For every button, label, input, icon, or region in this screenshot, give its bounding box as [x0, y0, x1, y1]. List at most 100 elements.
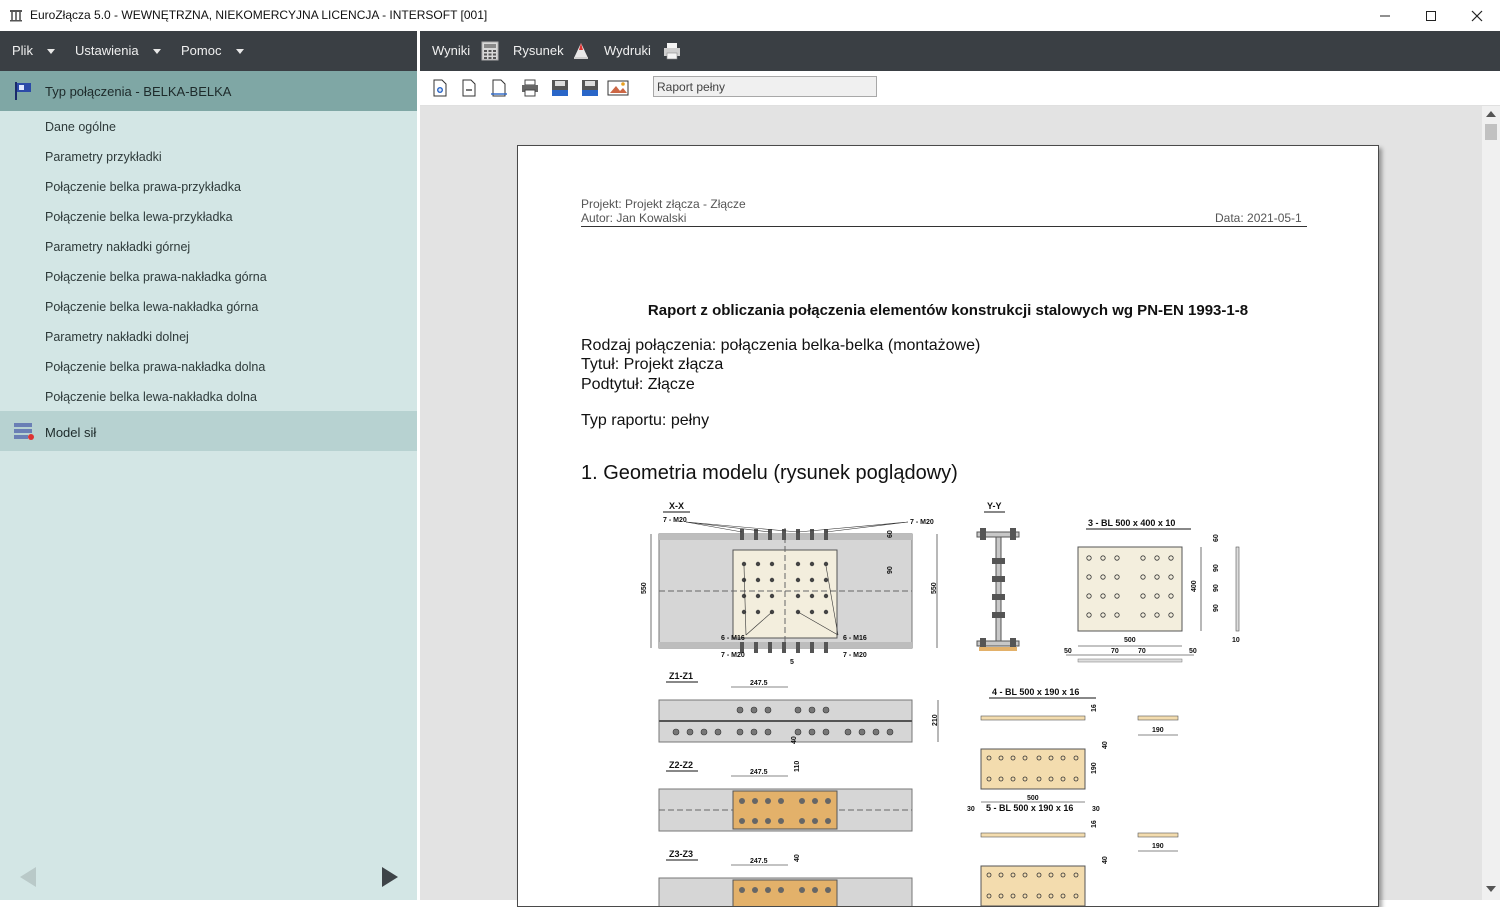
vertical-scrollbar[interactable]: [1482, 106, 1500, 900]
maximize-icon: [1426, 10, 1436, 21]
label-z2: Z2-Z2: [669, 760, 693, 770]
results-tab[interactable]: Wyniki: [432, 43, 470, 58]
nav-back-arrow[interactable]: [20, 867, 36, 887]
label-bolts-xx-left: 7 - M20: [663, 517, 687, 524]
dim-550-left: 550: [641, 582, 648, 594]
label-m16-right: 6 - M16: [843, 635, 867, 642]
dim-90-plate3-b: 90: [1213, 584, 1220, 592]
sidebar-item-bottom-plate-params[interactable]: Parametry nakładki dolnej: [45, 330, 189, 344]
dim-190-a: 190: [1152, 727, 1164, 734]
sidebar-item-left-beam-splice[interactable]: Połączenie belka lewa-przykładka: [45, 210, 233, 224]
menu-help[interactable]: Pomoc: [181, 43, 221, 58]
tree-header-label: Typ połączenia - BELKA-BELKA: [45, 84, 232, 99]
title-bar: EuroZłącza 5.0 - WEWNĘTRZNA, NIEKOMERCYJ…: [0, 0, 1500, 32]
nav-forward-arrow[interactable]: [382, 867, 398, 887]
dim-550-right: 550: [931, 582, 938, 594]
viewer-toolbar: [420, 71, 1500, 106]
drawing-tab[interactable]: Rysunek: [513, 43, 564, 58]
flag-icon: [15, 82, 31, 100]
sidebar-item-right-beam-bottom-plate[interactable]: Połączenie belka prawa-nakładka dolna: [45, 360, 265, 374]
view-toolbar: Wyniki Rysunek Wydruki: [420, 31, 1500, 71]
dim-2475-z2: 247.5: [750, 769, 768, 776]
image-export-icon[interactable]: [607, 79, 631, 97]
tree-header-connection-type[interactable]: Typ połączenia - BELKA-BELKA: [0, 71, 417, 111]
dim-40-z1: 40: [791, 736, 798, 744]
dim-190-vert: 190: [1091, 762, 1098, 774]
minimize-button[interactable]: [1362, 0, 1408, 31]
dim-500-plate4: 500: [1027, 795, 1039, 802]
drawing-cone-icon[interactable]: [571, 41, 591, 61]
save-pdf-icon[interactable]: [581, 79, 599, 97]
label-z3: Z3-Z3: [669, 849, 693, 859]
dim-2475-z1: 247.5: [750, 680, 768, 687]
chevron-down-icon[interactable]: [153, 49, 161, 54]
label-plate-5: 5 - BL 500 x 190 x 16: [986, 803, 1073, 813]
dim-60-xx: 60: [887, 530, 894, 538]
report-page: Projekt: Projekt złącza - Złącze Autor: …: [517, 145, 1379, 907]
printouts-tab[interactable]: Wydruki: [604, 43, 651, 58]
dim-40-plate4: 40: [1102, 741, 1109, 749]
chevron-down-icon[interactable]: [47, 49, 55, 54]
print-icon[interactable]: [521, 79, 539, 97]
dim-40-z3: 40: [794, 854, 801, 862]
label-z1: Z1-Z1: [669, 671, 693, 681]
dim-16-a: 16: [1091, 704, 1098, 712]
dim-500-plate3: 500: [1124, 637, 1136, 644]
close-icon: [1471, 10, 1483, 21]
sidebar-item-top-plate-params[interactable]: Parametry nakładki górnej: [45, 240, 190, 254]
report-type-field[interactable]: Raport pełny: [653, 76, 877, 97]
label-plate-3: 3 - BL 500 x 400 x 10: [1088, 518, 1175, 528]
label-plate-4: 4 - BL 500 x 190 x 16: [992, 687, 1079, 697]
main-menu-bar: Plik Ustawienia Pomoc: [0, 31, 417, 71]
scroll-thumb[interactable]: [1485, 124, 1497, 140]
dim-190-b: 190: [1152, 843, 1164, 850]
printer-icon[interactable]: [662, 41, 682, 61]
new-page-icon[interactable]: [431, 79, 449, 97]
remove-page-icon[interactable]: [460, 79, 478, 97]
dim-90-plate3-a: 90: [1213, 564, 1220, 572]
dim-90-xx: 90: [887, 566, 894, 574]
sidebar-item-right-beam-splice[interactable]: Połączenie belka prawa-przykładka: [45, 180, 241, 194]
dim-30-left: 30: [967, 806, 975, 813]
dim-50-right: 50: [1189, 648, 1197, 655]
chevron-down-icon[interactable]: [236, 49, 244, 54]
scroll-down-icon[interactable]: [1486, 886, 1496, 892]
sidebar-item-splice-params[interactable]: Parametry przykładki: [45, 150, 162, 164]
sidebar-item-left-beam-bottom-plate[interactable]: Połączenie belka lewa-nakładka dolna: [45, 390, 257, 404]
dim-400: 400: [1191, 580, 1198, 592]
save-rtf-icon[interactable]: [551, 79, 569, 97]
label-yy: Y-Y: [987, 501, 1002, 511]
maximize-button[interactable]: [1408, 0, 1454, 31]
geometry-drawing: X-X 7 - M20 7 - M20 6 - M16 6 - M16 7 - …: [641, 501, 1240, 906]
dim-40-plate5: 40: [1102, 856, 1109, 864]
tree-node-force-model[interactable]: Model sił: [0, 411, 417, 451]
label-xx: X-X: [669, 501, 684, 511]
sidebar: Typ połączenia - BELKA-BELKA Dane ogólne…: [0, 71, 417, 900]
dim-70-a: 70: [1111, 648, 1119, 655]
force-model-icon: [14, 423, 34, 440]
calculator-icon[interactable]: [480, 41, 500, 61]
minimize-icon: [1380, 15, 1390, 16]
label-m20-bottom-left: 7 - M20: [721, 652, 745, 659]
dim-30-right: 30: [1092, 806, 1100, 813]
dim-90-plate3-c: 90: [1213, 604, 1220, 612]
dim-10: 10: [1232, 637, 1240, 644]
dim-210: 210: [932, 714, 939, 726]
dim-60-plate3: 60: [1213, 534, 1220, 542]
label-m20-bottom-right: 7 - M20: [843, 652, 867, 659]
label-bolts-xx-right: 7 - M20: [910, 519, 934, 526]
dim-16-b: 16: [1091, 820, 1098, 828]
scroll-up-icon[interactable]: [1486, 111, 1496, 117]
sidebar-item-general-data[interactable]: Dane ogólne: [45, 120, 116, 134]
app-icon: [10, 10, 22, 22]
menu-settings[interactable]: Ustawienia: [75, 43, 139, 58]
dim-50-left: 50: [1064, 648, 1072, 655]
menu-file[interactable]: Plik: [12, 43, 33, 58]
dim-5: 5: [790, 659, 794, 666]
sidebar-item-left-beam-top-plate[interactable]: Połączenie belka lewa-nakładka górna: [45, 300, 258, 314]
label-m16-left: 6 - M16: [721, 635, 745, 642]
dim-70-b: 70: [1138, 648, 1146, 655]
close-button[interactable]: [1454, 0, 1500, 31]
sidebar-item-right-beam-top-plate[interactable]: Połączenie belka prawa-nakładka górna: [45, 270, 267, 284]
fit-width-icon[interactable]: [490, 79, 508, 97]
